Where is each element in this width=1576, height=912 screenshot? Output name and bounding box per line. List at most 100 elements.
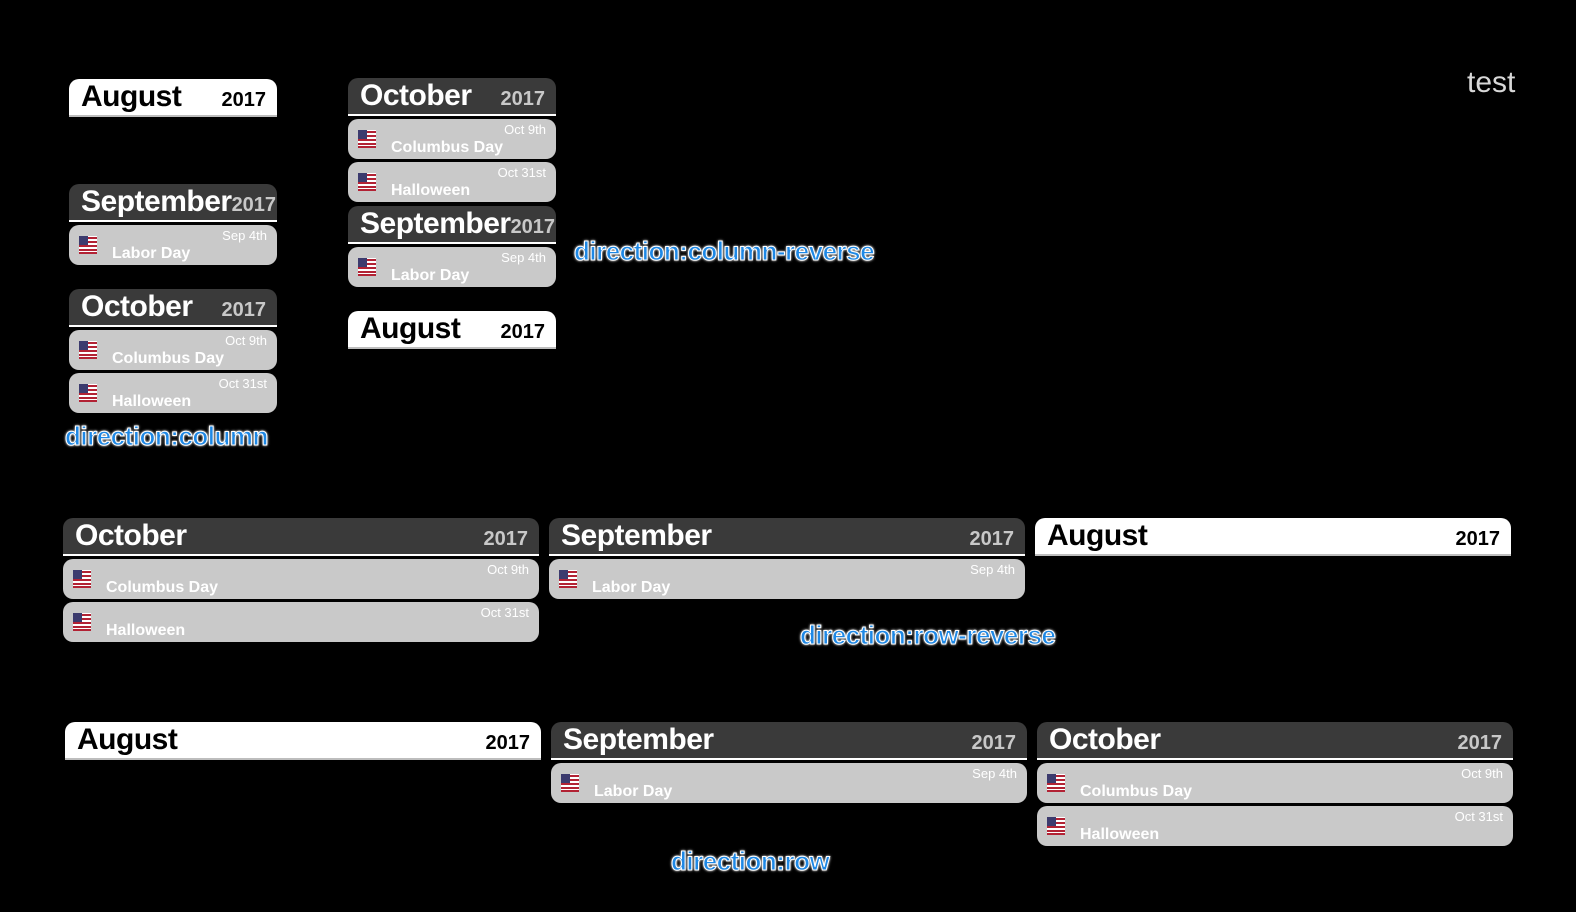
event-name: Labor Day	[112, 245, 191, 262]
event-name: Columbus Day	[106, 579, 219, 596]
event-labor-day: Sep 4th Labor Day	[69, 225, 277, 265]
month-name: October	[81, 290, 193, 323]
month-header: October 2017	[348, 78, 556, 116]
month-year: 2017	[500, 87, 546, 110]
event-halloween: Oct 31st Halloween	[348, 162, 556, 202]
event-labor-day: Sep 4th Labor Day	[551, 763, 1027, 803]
us-flag-icon	[358, 173, 376, 191]
us-flag-icon	[358, 258, 376, 276]
month-year: 2017	[231, 193, 277, 216]
event-date: Oct 9th	[225, 333, 267, 348]
event-name: Halloween	[106, 622, 186, 639]
event-columbus-day: Oct 9th Columbus Day	[63, 559, 539, 599]
month-year: 2017	[1455, 527, 1501, 550]
month-august: August 2017	[1035, 518, 1511, 642]
month-name: September	[561, 519, 712, 552]
label-direction-column-reverse: direction:column-reverse	[573, 236, 875, 267]
event-date: Sep 4th	[972, 766, 1017, 781]
event-name: Columbus Day	[112, 350, 225, 367]
event-columbus-day: Oct 9th Columbus Day	[348, 119, 556, 159]
month-august: August 2017	[69, 79, 277, 117]
us-flag-icon	[1047, 817, 1065, 835]
month-year: 2017	[971, 731, 1017, 754]
month-year: 2017	[500, 320, 546, 343]
corner-test-text: test	[1467, 66, 1516, 99]
month-name: August	[81, 80, 182, 113]
month-name: September	[360, 207, 511, 240]
month-header: October 2017	[1037, 722, 1513, 760]
month-year: 2017	[221, 298, 267, 321]
month-header: September 2017	[551, 722, 1027, 760]
event-halloween: Oct 31st Halloween	[1037, 806, 1513, 846]
us-flag-icon	[79, 341, 97, 359]
month-name: September	[81, 185, 232, 218]
calendar-row: August 2017 September 2017 Sep 4th Labor…	[65, 722, 1513, 846]
month-header: October 2017	[69, 289, 277, 327]
month-september: September 2017 Sep 4th Labor Day	[69, 184, 277, 265]
event-halloween: Oct 31st Halloween	[63, 602, 539, 642]
calendar-column-reverse: October 2017 Oct 9th Columbus Day Oct 31…	[348, 78, 556, 349]
us-flag-icon	[358, 130, 376, 148]
label-direction-column: direction:column	[65, 421, 269, 452]
event-date: Sep 4th	[222, 228, 267, 243]
month-year: 2017	[485, 731, 531, 754]
event-date: Oct 31st	[218, 376, 267, 391]
event-name: Halloween	[112, 393, 192, 410]
event-name: Labor Day	[391, 267, 470, 284]
event-name: Labor Day	[594, 783, 673, 800]
event-columbus-day: Oct 9th Columbus Day	[1037, 763, 1513, 803]
us-flag-icon	[1047, 774, 1065, 792]
event-name: Labor Day	[592, 579, 671, 596]
month-year: 2017	[1457, 731, 1503, 754]
us-flag-icon	[79, 384, 97, 402]
us-flag-icon	[73, 613, 91, 631]
month-name: October	[75, 519, 187, 552]
calendar-row-reverse: October 2017 Oct 9th Columbus Day Oct 31…	[63, 518, 1511, 642]
month-year: 2017	[483, 527, 529, 550]
us-flag-icon	[559, 570, 577, 588]
month-name: August	[1047, 519, 1148, 552]
month-year: 2017	[969, 527, 1015, 550]
month-year: 2017	[221, 88, 267, 111]
month-name: October	[1049, 723, 1161, 756]
month-august: August 2017	[65, 722, 541, 846]
event-name: Columbus Day	[1080, 783, 1193, 800]
event-name: Halloween	[391, 182, 471, 199]
us-flag-icon	[73, 570, 91, 588]
event-columbus-day: Oct 9th Columbus Day	[69, 330, 277, 370]
month-header: August 2017	[69, 79, 277, 117]
event-name: Columbus Day	[391, 139, 504, 156]
event-date: Oct 31st	[1454, 809, 1503, 824]
event-date: Oct 9th	[504, 122, 546, 137]
month-header: August 2017	[348, 311, 556, 349]
event-labor-day: Sep 4th Labor Day	[549, 559, 1025, 599]
event-date: Sep 4th	[970, 562, 1015, 577]
event-date: Sep 4th	[501, 250, 546, 265]
month-name: October	[360, 79, 472, 112]
month-october: October 2017 Oct 9th Columbus Day Oct 31…	[348, 78, 556, 202]
month-header: September 2017	[348, 206, 556, 244]
event-date: Oct 9th	[487, 562, 529, 577]
month-name: September	[563, 723, 714, 756]
event-date: Oct 31st	[480, 605, 529, 620]
calendar-column: August 2017 September 2017 Sep 4th Labor…	[69, 79, 277, 413]
month-september: September 2017 Sep 4th Labor Day	[348, 206, 556, 287]
month-header: September 2017	[549, 518, 1025, 556]
month-header: August 2017	[65, 722, 541, 760]
month-name: August	[360, 312, 461, 345]
month-header: August 2017	[1035, 518, 1511, 556]
label-direction-row: direction:row	[670, 846, 830, 877]
month-october: October 2017 Oct 9th Columbus Day Oct 31…	[69, 289, 277, 413]
month-october: October 2017 Oct 9th Columbus Day Oct 31…	[1037, 722, 1513, 846]
month-name: August	[77, 723, 178, 756]
us-flag-icon	[561, 774, 579, 792]
event-date: Oct 9th	[1461, 766, 1503, 781]
event-halloween: Oct 31st Halloween	[69, 373, 277, 413]
month-year: 2017	[510, 215, 556, 238]
event-labor-day: Sep 4th Labor Day	[348, 247, 556, 287]
event-name: Halloween	[1080, 826, 1160, 843]
event-date: Oct 31st	[497, 165, 546, 180]
label-direction-row-reverse: direction:row-reverse	[799, 620, 1056, 651]
month-header: September 2017	[69, 184, 277, 222]
month-august: August 2017	[348, 311, 556, 349]
